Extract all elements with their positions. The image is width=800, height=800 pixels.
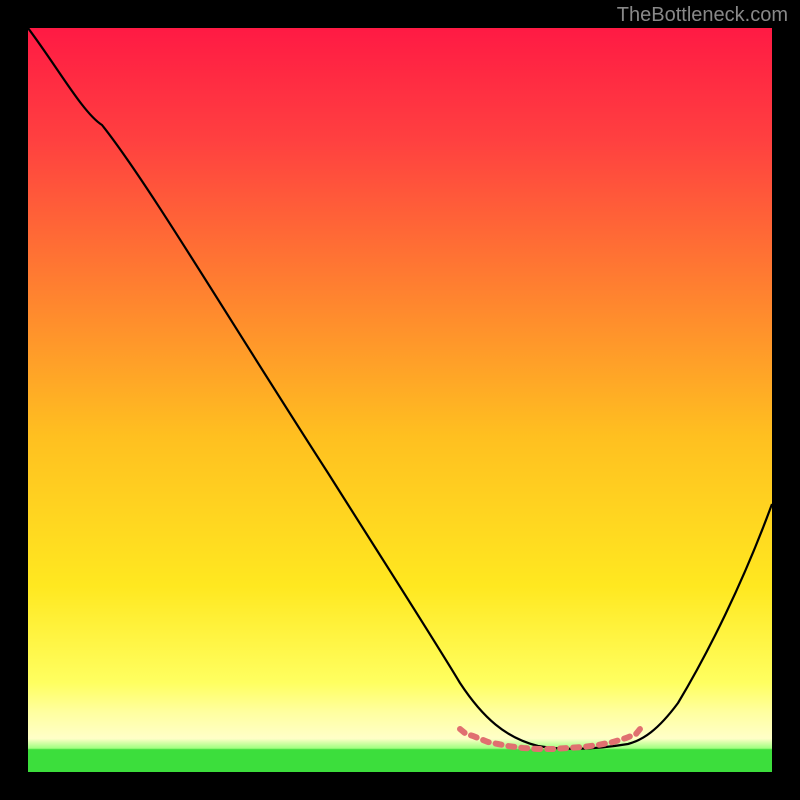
main-curve: [28, 28, 772, 749]
watermark-text: TheBottleneck.com: [617, 4, 788, 27]
chart-container: [0, 0, 800, 800]
curve-layer: [28, 28, 772, 772]
plot-area: [28, 28, 772, 772]
